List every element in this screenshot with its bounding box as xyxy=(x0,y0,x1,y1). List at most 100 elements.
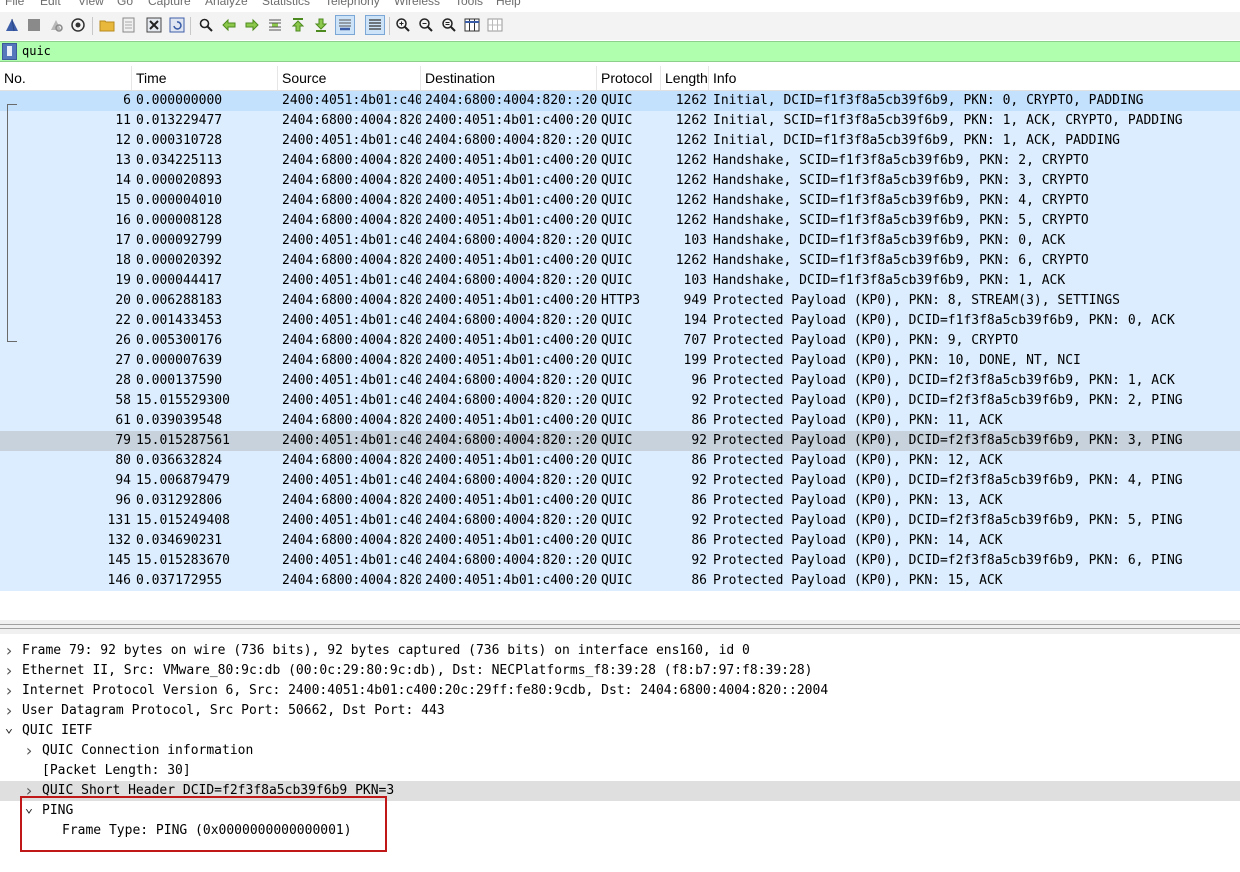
packet-cell-time: 0.000310728 xyxy=(136,133,223,148)
packet-row[interactable]: 146 0.037172955 2404:6800:4004:820::2004 24… xyxy=(0,571,1240,591)
packet-row[interactable]: 14 0.000020893 2404:6800:4004:820::2004 240… xyxy=(0,171,1240,191)
go-forward-icon[interactable] xyxy=(243,16,261,34)
packet-row[interactable]: 19 0.000044417 2400:4051:4b01:c400:20c:29f… xyxy=(0,271,1240,291)
packet-row[interactable]: 12 0.000310728 2400:4051:4b01:c400:20c:29f… xyxy=(0,131,1240,151)
toolbar-separator xyxy=(389,17,390,35)
packet-cell-len: 1262 xyxy=(675,93,707,108)
restart-capture-icon[interactable] xyxy=(47,16,65,34)
packet-cell-info: Protected Payload (KP0), PKN: 8, STREAM(… xyxy=(713,293,1120,308)
column-header-length[interactable]: Length xyxy=(661,66,709,90)
save-file-icon[interactable] xyxy=(120,16,138,34)
menu-tools[interactable]: Tools xyxy=(455,0,483,8)
packet-row[interactable]: 96 0.031292806 2404:6800:4004:820::2004 240… xyxy=(0,491,1240,511)
first-packet-icon[interactable] xyxy=(289,16,307,34)
open-file-icon[interactable] xyxy=(98,16,116,34)
packet-row[interactable]: 18 0.000020392 2404:6800:4004:820::2004 240… xyxy=(0,251,1240,271)
column-header-time[interactable]: Time xyxy=(132,66,278,90)
menu-help[interactable]: Help xyxy=(496,0,521,8)
packet-cell-info: Protected Payload (KP0), PKN: 15, ACK xyxy=(713,573,1003,588)
autoscroll-icon[interactable] xyxy=(335,15,355,35)
packet-row[interactable]: 94 15.006879479 2400:4051:4b01:c400:20c:29… xyxy=(0,471,1240,491)
packet-cell-src: 2404:6800:4004:820::2004 xyxy=(282,413,421,428)
packet-row[interactable]: 26 0.005300176 2404:6800:4004:820::2004 240… xyxy=(0,331,1240,351)
packet-row[interactable]: 20 0.006288183 2404:6800:4004:820::2004 240… xyxy=(0,291,1240,311)
menu-bar: File Edit View Go Capture Analyze Statis… xyxy=(0,0,1240,10)
packet-cell-info: Protected Payload (KP0), PKN: 12, ACK xyxy=(713,453,1003,468)
menu-telephony[interactable]: Telephony xyxy=(325,0,380,8)
packet-cell-no: 19 xyxy=(115,273,131,288)
stop-capture-icon[interactable] xyxy=(25,16,43,34)
packet-row[interactable]: 27 0.000007639 2404:6800:4004:820::2004 240… xyxy=(0,351,1240,371)
packet-row[interactable]: 28 0.000137590 2400:4051:4b01:c400:20c:29f… xyxy=(0,371,1240,391)
reload-file-icon[interactable] xyxy=(168,16,186,34)
column-header-protocol[interactable]: Protocol xyxy=(597,66,661,90)
packet-row[interactable]: 22 0.001433453 2400:4051:4b01:c400:20c:29f… xyxy=(0,311,1240,331)
column-header-info[interactable]: Info xyxy=(709,66,1240,90)
packet-row-selected[interactable]: 79 15.015287561 2400:4051:4b01:c400:20c:29… xyxy=(0,431,1240,451)
menu-file[interactable]: File xyxy=(5,0,24,8)
packet-cell-dst: 2404:6800:4004:820::2004 xyxy=(425,133,597,148)
menu-capture[interactable]: Capture xyxy=(148,0,191,8)
packet-cell-src: 2404:6800:4004:820::2004 xyxy=(282,113,421,128)
menu-wireless[interactable]: Wireless xyxy=(394,0,440,8)
shark-fin-start-icon[interactable] xyxy=(3,16,21,34)
packet-row[interactable]: 80 0.036632824 2404:6800:4004:820::2004 240… xyxy=(0,451,1240,471)
normal-size-icon[interactable] xyxy=(440,16,458,34)
zoom-in-icon[interactable] xyxy=(394,16,412,34)
packet-cell-no: 96 xyxy=(115,493,131,508)
menu-statistics[interactable]: Statistics xyxy=(262,0,310,8)
pane-splitter[interactable] xyxy=(0,620,1240,634)
menu-view[interactable]: View xyxy=(78,0,104,8)
packet-cell-no: 12 xyxy=(115,133,131,148)
packet-row[interactable]: 132 0.034690231 2404:6800:4004:820::2004 24… xyxy=(0,531,1240,551)
packet-cell-proto: QUIC xyxy=(601,253,633,268)
resize-columns-icon[interactable] xyxy=(463,16,481,34)
expand-arrow-icon[interactable]: ⌄ xyxy=(3,721,15,741)
packet-row[interactable]: 6 0.000000000 2400:4051:4b01:c400:20c:29ff… xyxy=(0,91,1240,111)
go-back-icon[interactable] xyxy=(220,16,238,34)
packet-row[interactable]: 15 0.000004010 2404:6800:4004:820::2004 240… xyxy=(0,191,1240,211)
go-to-packet-icon[interactable] xyxy=(266,16,284,34)
tree-item[interactable]: ⌄ QUIC IETF xyxy=(0,721,1240,741)
packet-cell-dst: 2400:4051:4b01:c400:20c:29ff:fe80:9cdb xyxy=(425,213,597,228)
packet-cell-len: 92 xyxy=(691,433,707,448)
display-filter-input[interactable]: quic xyxy=(20,42,1234,61)
tree-item[interactable]: › Internet Protocol Version 6, Src: 2400:… xyxy=(0,681,1240,701)
menu-analyze[interactable]: Analyze xyxy=(205,0,248,8)
packet-row[interactable]: 13 0.034225113 2404:6800:4004:820::2004 240… xyxy=(0,151,1240,171)
packet-row[interactable]: 16 0.000008128 2404:6800:4004:820::2004 240… xyxy=(0,211,1240,231)
packet-row[interactable]: 17 0.000092799 2400:4051:4b01:c400:20c:29f… xyxy=(0,231,1240,251)
layout-icon[interactable] xyxy=(486,16,504,34)
bookmark-icon[interactable] xyxy=(2,43,17,60)
column-header-source[interactable]: Source xyxy=(278,66,421,90)
tree-item[interactable]: › Ethernet II, Src: VMware_80:9c:db (00:0… xyxy=(0,661,1240,681)
column-header-no[interactable]: No. xyxy=(0,66,132,90)
collapse-arrow-icon[interactable]: › xyxy=(23,741,35,761)
packet-cell-time: 0.031292806 xyxy=(136,493,223,508)
close-file-icon[interactable] xyxy=(145,16,163,34)
packet-row[interactable]: 61 0.039039548 2404:6800:4004:820::2004 240… xyxy=(0,411,1240,431)
collapse-arrow-icon[interactable]: › xyxy=(3,701,15,721)
collapse-arrow-icon[interactable]: › xyxy=(3,641,15,661)
packet-row[interactable]: 131 15.015249408 2400:4051:4b01:c400:20c:2… xyxy=(0,511,1240,531)
last-packet-icon[interactable] xyxy=(312,16,330,34)
tree-item-label: User Datagram Protocol, Src Port: 50662,… xyxy=(22,703,445,718)
tree-item[interactable]: › User Datagram Protocol, Src Port: 50662… xyxy=(0,701,1240,721)
collapse-arrow-icon[interactable]: › xyxy=(3,661,15,681)
colorize-icon[interactable] xyxy=(365,15,385,35)
column-header-destination[interactable]: Destination xyxy=(421,66,597,90)
find-packet-icon[interactable] xyxy=(197,16,215,34)
menu-edit[interactable]: Edit xyxy=(40,0,61,8)
capture-options-icon[interactable] xyxy=(69,16,87,34)
packet-cell-dst: 2400:4051:4b01:c400:20c:29ff:fe80:9cdb xyxy=(425,153,597,168)
tree-item[interactable]: › Frame 79: 92 bytes on wire (736 bits), … xyxy=(0,641,1240,661)
zoom-out-icon[interactable] xyxy=(417,16,435,34)
packet-cell-dst: 2400:4051:4b01:c400:20c:29ff:fe80:9cdb xyxy=(425,353,597,368)
packet-row[interactable]: 58 15.015529300 2400:4051:4b01:c400:20c:29… xyxy=(0,391,1240,411)
packet-row[interactable]: 145 15.015283670 2400:4051:4b01:c400:20c:2… xyxy=(0,551,1240,571)
menu-go[interactable]: Go xyxy=(117,0,133,8)
collapse-arrow-icon[interactable]: › xyxy=(3,681,15,701)
tree-item[interactable]: › QUIC Connection information xyxy=(0,741,1240,761)
tree-item[interactable]: [Packet Length: 30] xyxy=(0,761,1240,781)
packet-row[interactable]: 11 0.013229477 2404:6800:4004:820::2004 240… xyxy=(0,111,1240,131)
